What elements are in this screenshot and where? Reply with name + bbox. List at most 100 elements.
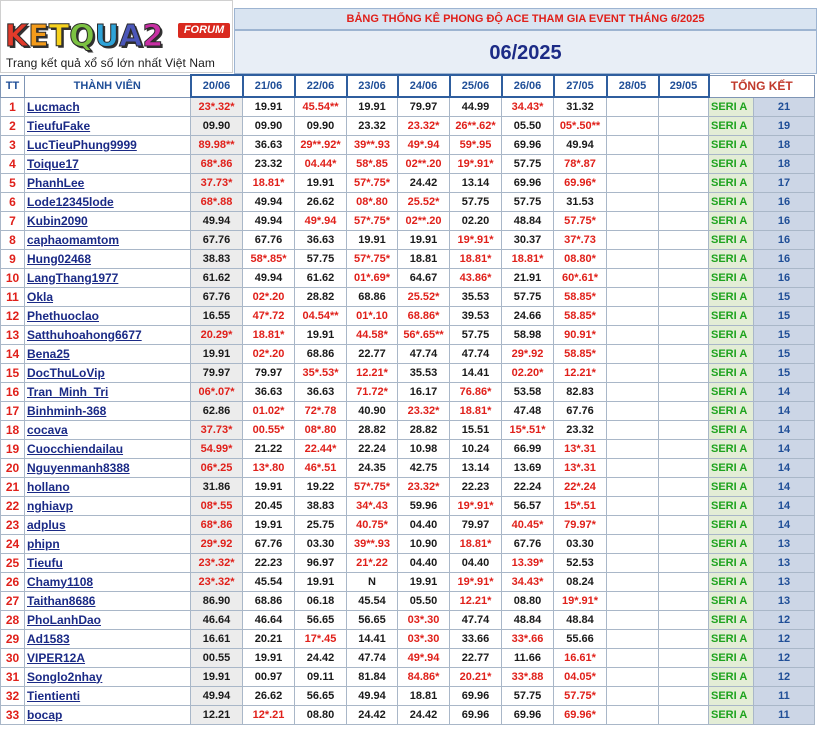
row-number: 8 [0, 229, 25, 250]
member-name-link[interactable]: Satthuhoahong6677 [24, 324, 191, 345]
score-cell: 54.99* [190, 438, 243, 459]
member-name-link[interactable]: Lode12345lode [24, 191, 191, 212]
member-name-link[interactable]: Kubin2090 [24, 210, 191, 231]
row-number: 11 [0, 286, 25, 307]
row-number: 29 [0, 628, 25, 649]
member-name-link[interactable]: nghiavp [24, 495, 191, 516]
member-name-link[interactable]: VIPER12A [24, 647, 191, 668]
total-score: 14 [753, 476, 815, 497]
score-cell: 19.91 [190, 343, 243, 364]
score-cell: 37.73* [190, 172, 243, 193]
member-name-link[interactable]: caphaomamtom [24, 229, 191, 250]
empty-cell [658, 571, 709, 592]
seri-label: SERI A [708, 590, 754, 611]
member-name-link[interactable]: Hung02468 [24, 248, 191, 269]
total-score: 12 [753, 647, 815, 668]
score-cell: 72*.78 [294, 400, 347, 421]
table-row: 9 Hung02468 38.83 58*.85* 57.75 57*.75* 18.81 1… [0, 248, 815, 269]
score-cell: 33*.88 [501, 666, 554, 687]
member-name-link[interactable]: LucTieuPhung9999 [24, 134, 191, 155]
score-cell: 69.96 [449, 685, 502, 706]
member-name-link[interactable]: Toique17 [24, 153, 191, 174]
empty-cell [658, 647, 709, 668]
score-cell: 39.53 [449, 305, 502, 326]
member-name-link[interactable]: PhoLanhDao [24, 609, 191, 630]
score-cell: 39**.93 [346, 134, 398, 155]
total-score: 12 [753, 666, 815, 687]
seri-label: SERI A [708, 115, 754, 136]
table-row: 14 Bena25 19.91 02*.20 68.86 22.77 47.74 47.74 2… [0, 343, 815, 364]
score-cell: 57.75 [449, 191, 502, 212]
member-name-link[interactable]: PhanhLee [24, 172, 191, 193]
member-name-link[interactable]: Binhminh-368 [24, 400, 191, 421]
empty-cell [606, 609, 659, 630]
score-cell: 20.21* [449, 666, 502, 687]
seri-label: SERI A [708, 362, 754, 383]
score-cell: 18.81* [449, 248, 502, 269]
member-name-link[interactable]: Okla [24, 286, 191, 307]
score-cell: 69.96 [501, 172, 554, 193]
score-cell: 49.94 [190, 210, 243, 231]
member-name-link[interactable]: DocThuLoVip [24, 362, 191, 383]
member-name-link[interactable]: Taithan8686 [24, 590, 191, 611]
logo-letter: U [94, 19, 120, 54]
score-cell: 66.99 [501, 438, 554, 459]
score-cell: 40.90 [346, 400, 398, 421]
member-name-link[interactable]: Songlo2nhay [24, 666, 191, 687]
score-cell: 04.40 [397, 514, 450, 535]
score-cell: 36.63 [242, 381, 295, 402]
score-cell: 03.30 [294, 533, 347, 554]
member-name-link[interactable]: hollano [24, 476, 191, 497]
table-row: 15 DocThuLoVip 79.97 79.97 35*.53* 12.21* 35.5… [0, 362, 815, 383]
member-name-link[interactable]: Tientienti [24, 685, 191, 706]
member-name-link[interactable]: Chamy1108 [24, 571, 191, 592]
member-name-link[interactable]: TieufuFake [24, 115, 191, 136]
score-cell: 04.44* [294, 153, 347, 174]
seri-label: SERI A [708, 533, 754, 554]
score-cell: 44.58* [346, 324, 398, 345]
total-score: 15 [753, 362, 815, 383]
header-date: 21/06 [241, 74, 296, 98]
score-cell: 29*.92 [190, 533, 243, 554]
empty-cell [606, 419, 659, 440]
member-name-link[interactable]: Nguyenmanh8388 [24, 457, 191, 478]
site-logo[interactable]: K E T Q U A 2 FORUM Trang kết quả xổ số … [0, 0, 233, 73]
member-name-link[interactable]: Phethuoclao [24, 305, 191, 326]
member-name-link[interactable]: Tran_Minh_Tri [24, 381, 191, 402]
logo-letter: Q [69, 19, 95, 54]
header-date: 27/05 [552, 74, 608, 98]
member-name-link[interactable]: bocap [24, 704, 191, 725]
header-date: 28/05 [605, 74, 660, 98]
header-total: TỔNG KẾT [708, 74, 815, 98]
member-name-link[interactable]: Cuocchiendailau [24, 438, 191, 459]
table-row: 4 Toique17 68*.86 23.32 04.44* 58*.85 02**.20 1… [0, 153, 815, 174]
score-cell: 36.63 [294, 381, 347, 402]
seri-label: SERI A [708, 647, 754, 668]
member-name-link[interactable]: adplus [24, 514, 191, 535]
header-member: THÀNH VIÊN [24, 74, 191, 98]
empty-cell [658, 153, 709, 174]
member-name-link[interactable]: phipn [24, 533, 191, 554]
score-cell: 47.48 [501, 400, 554, 421]
member-name-link[interactable]: Ad1583 [24, 628, 191, 649]
score-cell: 58*.85 [346, 153, 398, 174]
score-cell: 13.14 [449, 172, 502, 193]
logo-letter: E [28, 19, 49, 54]
score-cell: 13.39* [501, 552, 554, 573]
member-name-link[interactable]: Tieufu [24, 552, 191, 573]
member-name-link[interactable]: Bena25 [24, 343, 191, 364]
score-cell: 06*.25 [190, 457, 243, 478]
total-score: 11 [753, 685, 815, 706]
score-cell: 22.23 [449, 476, 502, 497]
score-cell: 67.76 [553, 400, 607, 421]
score-cell: 22.77 [346, 343, 398, 364]
empty-cell [658, 362, 709, 383]
seri-label: SERI A [708, 514, 754, 535]
member-name-link[interactable]: cocava [24, 419, 191, 440]
total-score: 16 [753, 210, 815, 231]
score-cell: 35.53 [449, 286, 502, 307]
seri-label: SERI A [708, 134, 754, 155]
empty-cell [606, 96, 659, 117]
member-name-link[interactable]: LangThang1977 [24, 267, 191, 288]
member-name-link[interactable]: Lucmach [24, 96, 191, 117]
